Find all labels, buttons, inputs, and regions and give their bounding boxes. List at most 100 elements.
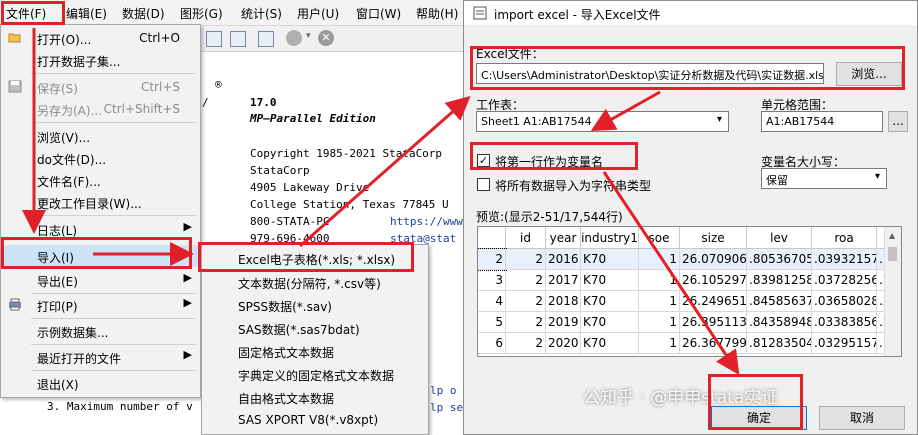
annotation-box-ok — [708, 374, 803, 430]
variables-manager-icon[interactable] — [258, 31, 274, 47]
submenu-arrow-icon: ▶ — [183, 271, 192, 284]
annotation-box-file-menu — [1, 1, 65, 25]
grid-cell[interactable]: .03932157 — [812, 249, 877, 270]
preview-grid[interactable]: id year industry1 soe size lev roa 2 2 201… — [477, 226, 902, 357]
menu-statistics[interactable]: 统计(S) — [241, 5, 282, 22]
web-link[interactable]: https://www — [390, 215, 463, 228]
more-icon[interactable] — [286, 30, 302, 46]
grid-cell[interactable]: 1 — [639, 249, 680, 270]
menu-separator — [31, 318, 196, 319]
grid-cell[interactable]: K70 — [581, 270, 639, 291]
grid-cell[interactable]: K70 — [581, 291, 639, 312]
help-link-2[interactable]: lp se — [430, 401, 463, 414]
menu-item-do-file[interactable]: do文件(D)... — [1, 147, 200, 169]
grid-cell[interactable]: 1 — [639, 291, 680, 312]
menu-item-recent-files[interactable]: 最近打开的文件 ▶ — [1, 346, 200, 368]
grid-cell[interactable]: 4 — [478, 291, 506, 312]
grid-cell[interactable]: 2020 — [546, 333, 581, 354]
menu-item-example-datasets[interactable]: 示例数据集... — [1, 320, 200, 342]
grid-cell[interactable]: 2016 — [546, 249, 581, 270]
scroll-up-icon[interactable]: ▲ — [889, 231, 895, 240]
submenu-item-fixed-format[interactable]: 固定格式文本数据 — [238, 344, 334, 361]
case-select[interactable]: 保留 ▾ — [761, 168, 887, 189]
grid-cell[interactable]: 2019 — [546, 312, 581, 333]
menu-item-open[interactable]: 打开(O)... Ctrl+O — [1, 27, 200, 49]
grid-cell[interactable]: 5 — [478, 312, 506, 333]
menu-graphics[interactable]: 图形(G) — [180, 5, 223, 22]
menu-item-export[interactable]: 导出(E) ▶ — [1, 269, 200, 291]
street-line: 4905 Lakeway Drive — [250, 181, 370, 194]
menu-item-view[interactable]: 浏览(V)... — [1, 125, 200, 147]
grid-cell[interactable]: K70 — [581, 312, 639, 333]
worksheet-select[interactable]: Sheet1 A1:AB17544 ▾ — [476, 111, 729, 132]
submenu-item-dictionary[interactable]: 字典定义的固定格式文本数据 — [238, 367, 394, 384]
cell-range-button[interactable]: ... — [888, 111, 908, 132]
grid-cell[interactable]: .84585637 — [747, 291, 812, 312]
menu-separator — [31, 73, 196, 74]
grid-cell[interactable]: .83981258 — [747, 270, 812, 291]
submenu-arrow-icon: ▶ — [183, 348, 192, 361]
import-submenu: Excel电子表格(*.xls; *.xlsx) 文本数据(分隔符, *.csv… — [201, 244, 429, 435]
grid-cell[interactable]: .03383856 — [812, 312, 877, 333]
grid-cell[interactable]: .03295157 — [812, 333, 877, 354]
menu-edit[interactable]: 编辑(E) — [66, 5, 107, 22]
grid-vertical-scrollbar[interactable]: ▲ — [884, 227, 901, 356]
menu-item-print[interactable]: 打印(P) ▶ — [1, 294, 200, 316]
grid-cell[interactable]: .84358948 — [747, 312, 812, 333]
menu-item-label: 打印(P) — [37, 300, 78, 314]
toolbar: ▾ ✕ — [200, 26, 465, 52]
grid-cell[interactable]: 26.105297 — [680, 270, 747, 291]
grid-cell[interactable]: .80536705 — [747, 249, 812, 270]
dropdown-arrow-icon[interactable]: ▾ — [306, 31, 311, 41]
grid-cell[interactable]: K70 — [581, 333, 639, 354]
grid-cell[interactable]: 2 — [506, 333, 546, 354]
grid-cell[interactable]: 1 — [639, 333, 680, 354]
menu-data[interactable]: 数据(D) — [122, 5, 165, 22]
grid-cell[interactable]: 2 — [506, 291, 546, 312]
grid-cell[interactable]: 26.249651 — [680, 291, 747, 312]
grid-cell[interactable]: 1 — [639, 312, 680, 333]
grid-cell[interactable]: 26.070906 — [680, 249, 747, 270]
grid-cell[interactable]: .03728256 — [812, 270, 877, 291]
data-editor-icon[interactable] — [206, 31, 222, 47]
submenu-item-sas-xport[interactable]: SAS XPORT V8(*.v8xpt) — [238, 413, 378, 427]
grid-cell[interactable]: 2 — [478, 248, 507, 271]
grid-cell[interactable]: 2018 — [546, 291, 581, 312]
grid-cell[interactable]: 3 — [478, 270, 506, 291]
dialog-titlebar: import excel - 导入Excel文件 — [464, 1, 917, 25]
menu-user[interactable]: 用户(U) — [297, 5, 339, 22]
help-link-1[interactable]: lp o — [430, 384, 457, 397]
all-string-checkbox[interactable] — [477, 178, 490, 191]
grid-cell[interactable]: K70 — [581, 249, 639, 270]
submenu-item-spss[interactable]: SPSS数据(*.sav) — [238, 298, 332, 315]
data-browser-icon[interactable] — [230, 31, 246, 47]
grid-cell[interactable]: 26.395113 — [680, 312, 747, 333]
menu-item-label: 文件名(F)... — [37, 175, 101, 189]
menu-window[interactable]: 窗口(W) — [356, 5, 401, 22]
grid-cell[interactable]: 1 — [639, 270, 680, 291]
grid-cell[interactable]: .81283504 — [747, 333, 812, 354]
menu-item-filename[interactable]: 文件名(F)... — [1, 169, 200, 191]
grid-cell[interactable]: 2 — [506, 249, 546, 270]
grid-cell[interactable]: 2 — [506, 312, 546, 333]
company-line: StataCorp — [250, 164, 310, 177]
cancel-button[interactable]: 取消 — [819, 406, 905, 430]
menu-item-open-subset[interactable]: 打开数据子集... — [1, 49, 200, 71]
menu-item-change-dir[interactable]: 更改工作目录(W)... — [1, 191, 200, 213]
grid-header: soe — [639, 227, 680, 249]
annotation-box-first-row — [470, 142, 638, 170]
grid-cell[interactable]: 6 — [478, 333, 506, 354]
grid-cell[interactable]: 26.367799 — [680, 333, 747, 354]
submenu-item-sas[interactable]: SAS数据(*.sas7bdat) — [238, 321, 360, 338]
submenu-item-text-delimited[interactable]: 文本数据(分隔符, *.csv等) — [238, 275, 381, 292]
grid-cell[interactable]: 2017 — [546, 270, 581, 291]
menu-item-shortcut: Ctrl+Shift+S — [103, 102, 180, 116]
break-icon[interactable]: ✕ — [318, 30, 334, 46]
scroll-thumb[interactable] — [888, 247, 897, 261]
grid-cell[interactable]: 2 — [506, 270, 546, 291]
cell-range-input[interactable]: A1:AB17544 — [761, 111, 883, 132]
grid-cell[interactable]: .03658028 — [812, 291, 877, 312]
menu-help[interactable]: 帮助(H) — [416, 5, 458, 22]
submenu-item-free-format[interactable]: 自由格式文本数据 — [238, 390, 334, 407]
menu-item-exit[interactable]: 退出(X) — [1, 372, 200, 394]
